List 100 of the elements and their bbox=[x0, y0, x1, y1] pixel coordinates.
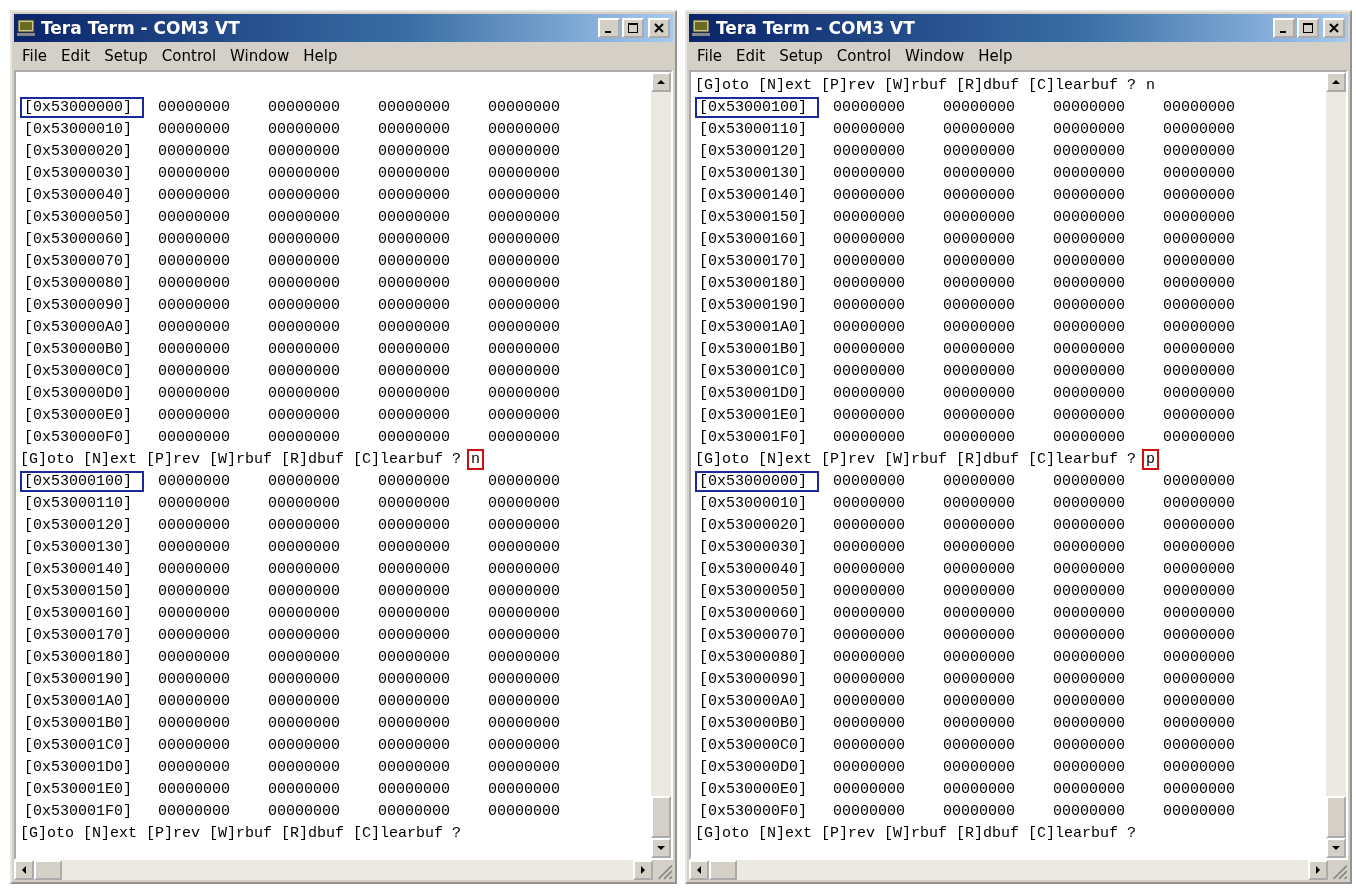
scroll-left-button[interactable] bbox=[689, 860, 709, 880]
menu-item[interactable]: File bbox=[697, 47, 723, 65]
memory-value: 00000000 bbox=[943, 516, 1016, 534]
scroll-right-button[interactable] bbox=[633, 860, 653, 880]
memory-address: [0x530000F0] bbox=[698, 802, 809, 820]
memory-value: 00000000 bbox=[488, 780, 561, 798]
memory-address: [0x530000C0] bbox=[698, 736, 809, 754]
menu-item[interactable]: Window bbox=[905, 47, 965, 65]
down-arrow-icon bbox=[1331, 843, 1341, 853]
memory-value: 00000000 bbox=[943, 384, 1016, 402]
memory-address: [0x53000060] bbox=[698, 604, 809, 622]
memory-value: 00000000 bbox=[268, 406, 341, 424]
maximize-button[interactable] bbox=[1297, 18, 1319, 38]
memory-value: 00000000 bbox=[158, 626, 231, 644]
minimize-icon bbox=[1279, 31, 1286, 33]
memory-value: 00000000 bbox=[943, 780, 1016, 798]
close-button[interactable] bbox=[1323, 18, 1345, 38]
memory-value: 00000000 bbox=[268, 494, 341, 512]
memory-value: 00000000 bbox=[833, 142, 906, 160]
memory-value: 00000000 bbox=[833, 274, 906, 292]
menu-item[interactable]: Control bbox=[836, 47, 892, 65]
memory-value: 00000000 bbox=[1053, 802, 1126, 820]
menu-item[interactable]: Setup bbox=[779, 47, 823, 65]
scroll-thumb[interactable] bbox=[1326, 796, 1346, 838]
memory-address: [0x530001A0] bbox=[698, 318, 809, 336]
memory-value: 00000000 bbox=[158, 494, 231, 512]
memory-address: [0x53000080] bbox=[23, 274, 134, 292]
maximize-button[interactable] bbox=[622, 18, 644, 38]
memory-value: 00000000 bbox=[1163, 758, 1236, 776]
memory-value: 00000000 bbox=[833, 604, 906, 622]
vertical-scrollbar[interactable] bbox=[651, 72, 671, 858]
memory-address: [0x53000000] bbox=[695, 470, 819, 492]
memory-value: 00000000 bbox=[1163, 560, 1236, 578]
memory-value: 00000000 bbox=[378, 208, 451, 226]
menu-item[interactable]: File bbox=[22, 47, 48, 65]
memory-address: [0x53000100] bbox=[695, 96, 819, 118]
memory-address: [0x530001E0] bbox=[23, 780, 134, 798]
memory-value: 00000000 bbox=[1163, 120, 1236, 138]
memory-value: 00000000 bbox=[488, 362, 561, 380]
menu-item[interactable]: Edit bbox=[61, 47, 91, 65]
memory-value: 00000000 bbox=[158, 692, 231, 710]
minimize-button[interactable] bbox=[1273, 18, 1295, 38]
memory-value: 00000000 bbox=[1163, 626, 1236, 644]
memory-value: 00000000 bbox=[158, 538, 231, 556]
menu-item[interactable]: Help bbox=[978, 47, 1013, 65]
close-button[interactable] bbox=[648, 18, 670, 38]
memory-value: 00000000 bbox=[1163, 428, 1236, 446]
memory-value: 00000000 bbox=[378, 230, 451, 248]
scroll-right-button[interactable] bbox=[1308, 860, 1328, 880]
memory-value: 00000000 bbox=[488, 120, 561, 138]
memory-value: 00000000 bbox=[158, 362, 231, 380]
vertical-scrollbar[interactable] bbox=[1326, 72, 1346, 858]
memory-value: 00000000 bbox=[833, 626, 906, 644]
memory-value: 00000000 bbox=[488, 296, 561, 314]
memory-value: 00000000 bbox=[378, 142, 451, 160]
menu-item[interactable]: Help bbox=[303, 47, 338, 65]
memory-value: 00000000 bbox=[943, 406, 1016, 424]
memory-value: 00000000 bbox=[943, 758, 1016, 776]
minimize-button[interactable] bbox=[598, 18, 620, 38]
command-prompt: [G]oto [N]ext [P]rev [W]rbuf [R]dbuf [C]learbuf ? bbox=[695, 450, 1137, 468]
memory-value: 00000000 bbox=[833, 582, 906, 600]
memory-value: 00000000 bbox=[158, 780, 231, 798]
memory-value: 00000000 bbox=[833, 208, 906, 226]
memory-value: 00000000 bbox=[488, 318, 561, 336]
menu-item[interactable]: Control bbox=[161, 47, 217, 65]
up-arrow-icon bbox=[656, 77, 666, 87]
memory-address: [0x53000190] bbox=[23, 670, 134, 688]
horizontal-scrollbar[interactable] bbox=[689, 860, 1328, 880]
memory-value: 00000000 bbox=[158, 208, 231, 226]
memory-address: [0x53000120] bbox=[23, 516, 134, 534]
menu-item[interactable]: Window bbox=[230, 47, 290, 65]
scroll-thumb[interactable] bbox=[709, 860, 737, 880]
scroll-down-button[interactable] bbox=[651, 838, 671, 858]
memory-value: 00000000 bbox=[943, 340, 1016, 358]
memory-value: 00000000 bbox=[1163, 186, 1236, 204]
menu-item[interactable]: Setup bbox=[104, 47, 148, 65]
scroll-down-button[interactable] bbox=[1326, 838, 1346, 858]
memory-value: 00000000 bbox=[268, 120, 341, 138]
memory-value: 00000000 bbox=[1053, 494, 1126, 512]
memory-value: 00000000 bbox=[1163, 230, 1236, 248]
memory-value: 00000000 bbox=[158, 406, 231, 424]
memory-address: [0x530001F0] bbox=[23, 802, 134, 820]
menu-item[interactable]: Edit bbox=[736, 47, 766, 65]
minimize-icon bbox=[604, 31, 611, 33]
scroll-up-button[interactable] bbox=[1326, 72, 1346, 92]
scroll-thumb[interactable] bbox=[651, 796, 671, 838]
down-arrow-icon bbox=[656, 843, 666, 853]
memory-value: 00000000 bbox=[488, 406, 561, 424]
scroll-thumb[interactable] bbox=[34, 860, 62, 880]
memory-value: 00000000 bbox=[833, 648, 906, 666]
memory-value: 00000000 bbox=[268, 582, 341, 600]
memory-value: 00000000 bbox=[1053, 736, 1126, 754]
memory-value: 00000000 bbox=[833, 516, 906, 534]
memory-value: 00000000 bbox=[1163, 142, 1236, 160]
memory-value: 00000000 bbox=[943, 604, 1016, 622]
scroll-up-button[interactable] bbox=[651, 72, 671, 92]
memory-value: 00000000 bbox=[1163, 340, 1236, 358]
memory-value: 00000000 bbox=[268, 186, 341, 204]
scroll-left-button[interactable] bbox=[14, 860, 34, 880]
horizontal-scrollbar[interactable] bbox=[14, 860, 653, 880]
